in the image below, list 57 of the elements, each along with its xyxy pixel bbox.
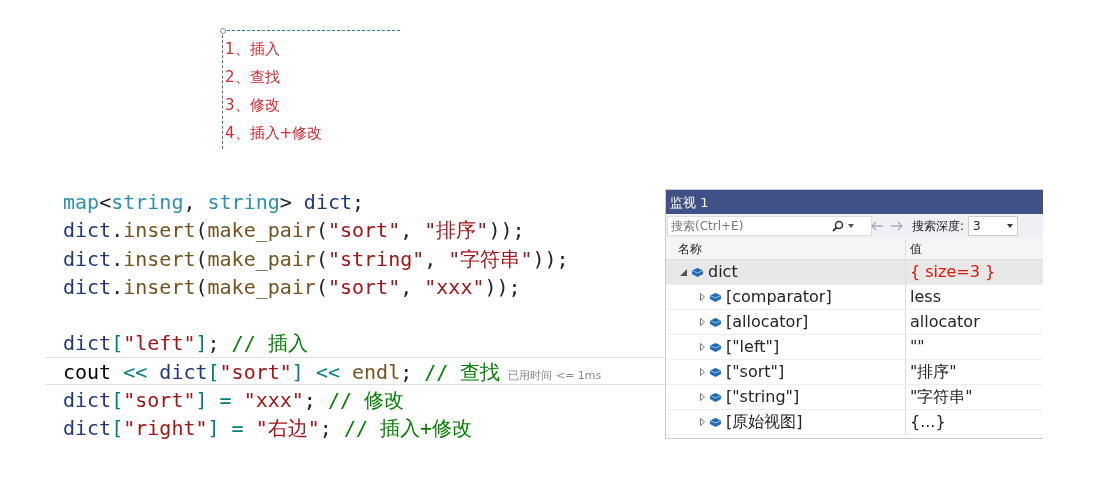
- object-icon: [710, 367, 721, 377]
- variable-value: "排序": [909, 361, 957, 383]
- code-line: dict["left"]; // 插入: [63, 331, 308, 356]
- collapsed-triangle-icon[interactable]: [700, 418, 705, 426]
- code-line: dict["right"] = "右边"; // 插入+修改: [63, 416, 473, 441]
- watch-row[interactable]: [原始视图] {...}: [666, 410, 1043, 435]
- watch-row[interactable]: [allocator] allocator: [666, 310, 1043, 335]
- object-icon: [710, 417, 721, 427]
- variable-name: ["left"]: [726, 336, 780, 358]
- watch-row[interactable]: ["sort"] "排序": [666, 360, 1043, 385]
- variable-name: [comparator]: [726, 286, 832, 308]
- code-line: dict["sort"] = "xxx"; // 修改: [63, 388, 405, 413]
- variable-name: ["string"]: [726, 386, 800, 408]
- list-item: 1、插入: [225, 39, 281, 60]
- depth-dropdown[interactable]: 3: [968, 216, 1019, 236]
- variable-value: { size=3 }: [909, 261, 996, 283]
- column-header: 名称: [666, 239, 906, 258]
- list-item: 3、修改: [225, 95, 281, 116]
- object-icon: [710, 342, 721, 352]
- code-line: dict.insert(make_pair("string", "字符串"));: [63, 246, 569, 271]
- object-icon: [710, 392, 721, 402]
- variable-value: "字符串": [909, 386, 973, 408]
- code-line: dict.insert(make_pair("sort", "排序"));: [63, 218, 525, 243]
- collapsed-triangle-icon[interactable]: [700, 293, 705, 301]
- watch-row[interactable]: ["left"] "": [666, 335, 1043, 360]
- collapsed-triangle-icon[interactable]: [700, 393, 705, 401]
- resize-handle[interactable]: [220, 28, 226, 34]
- list-item: 4、插入+修改: [225, 123, 324, 144]
- variable-value: {...}: [909, 411, 946, 433]
- variable-name: [allocator]: [726, 311, 809, 333]
- search-field[interactable]: 搜索(Ctrl+E): [667, 216, 872, 236]
- column-header: 值: [909, 240, 922, 258]
- variable-name: ["sort"]: [726, 361, 785, 383]
- variable-name: [原始视图]: [726, 411, 803, 433]
- watch-row[interactable]: ["string"] "字符串": [666, 385, 1043, 410]
- code-line: map<string, string> dict;: [63, 190, 365, 214]
- variable-value: "": [909, 336, 925, 358]
- object-icon: [692, 267, 703, 277]
- code-line: dict.insert(make_pair("sort", "xxx"));: [63, 274, 521, 299]
- collapsed-triangle-icon[interactable]: [700, 368, 705, 376]
- list-item: 2、查找: [225, 67, 281, 88]
- panel-title: 监视 1: [666, 190, 1043, 214]
- expanded-triangle-icon[interactable]: [680, 268, 687, 276]
- variable-name: dict: [708, 261, 738, 283]
- back-arrow-icon[interactable]: [870, 221, 884, 231]
- code-line: cout << dict["sort"] << endl; // 查找: [63, 359, 501, 384]
- caret-down-icon: [1007, 224, 1014, 228]
- collapsed-triangle-icon[interactable]: [700, 318, 705, 326]
- watch-row[interactable]: dict { size=3 }: [666, 260, 1043, 285]
- watch-row[interactable]: [comparator] less: [666, 285, 1043, 310]
- elapsed-time-hint: 已用时间 <= 1ms: [508, 368, 602, 382]
- variable-value: less: [909, 286, 941, 308]
- collapsed-triangle-icon[interactable]: [700, 343, 705, 351]
- object-icon: [710, 292, 721, 302]
- variable-value: allocator: [909, 311, 980, 333]
- depth-label: 搜索深度:: [912, 218, 965, 235]
- object-icon: [710, 317, 721, 327]
